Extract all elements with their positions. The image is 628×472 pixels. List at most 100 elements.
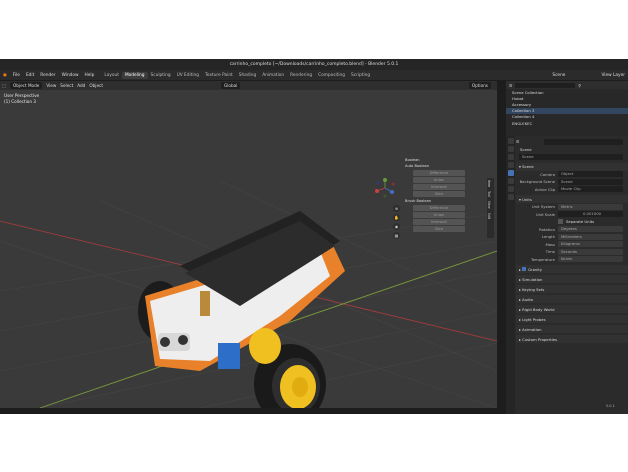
sidebar-tabs: Item Tool View Edit [487,178,494,238]
properties-editor-icon[interactable]: ☰ [516,139,524,144]
scene-section-header[interactable]: ▾ Scene [516,162,628,171]
simulation-label: Simulation [522,276,543,282]
outliner-header: ☰ ⚲ [506,81,628,89]
gravity-section[interactable]: ▸ Gravity [516,265,628,273]
view-layer-selector[interactable]: View Layer [598,73,628,78]
title-bar: carrinho_completo [~/Downloads/carrinho_… [0,59,628,70]
animation-label: Animation [522,326,542,332]
tab-layout[interactable]: Layout [101,72,122,79]
menu-edit[interactable]: Edit [23,73,37,78]
animation-section[interactable]: ▸ Animation [516,325,628,333]
rotation-select[interactable]: Degrees [558,226,623,233]
properties-search-input[interactable] [544,138,623,145]
window-title: carrinho_completo [~/Downloads/carrinho_… [229,62,399,67]
menu-help[interactable]: Help [82,73,98,78]
tab-sculpting[interactable]: Sculpting [148,72,174,79]
temperature-select[interactable]: Kelvin [558,256,623,263]
zoom-icon[interactable]: ⊕ [393,205,400,212]
custom-properties-section[interactable]: ▸ Custom Properties [516,335,628,343]
outliner-search-input[interactable] [515,82,576,88]
length-select[interactable]: Millimeters [558,233,623,240]
pan-icon[interactable]: ✋ [393,214,400,221]
scene-selector[interactable]: Scene [549,73,568,78]
background-scene-field[interactable]: Scene [558,178,623,185]
filter-icon[interactable]: ⚲ [578,83,581,88]
rigid-body-world-section[interactable]: ▸ Rigid Body World [516,305,628,313]
separate-units-label: Separate Units [566,219,595,225]
camera-field[interactable]: Object [558,171,623,178]
tab-rendering[interactable]: Rendering [287,72,315,79]
properties-content: ☰ Scene Scene ▾ Scene Camera Object Backg… [516,136,628,414]
audio-section[interactable]: ▸ Audio [516,295,628,303]
scene-path-label: Scene [520,146,532,152]
sidebar-tab-item[interactable]: Item [487,178,491,189]
ortho-toggle-icon[interactable]: ▦ [393,232,400,239]
blender-window: carrinho_completo [~/Downloads/carrinho_… [0,59,628,414]
menu-file[interactable]: File [10,73,23,78]
brush-slice-button[interactable]: Slice [413,226,465,232]
view-layer-tab-icon[interactable] [507,162,514,168]
tab-uv-editing[interactable]: UV Editing [174,72,202,79]
tab-animation[interactable]: Animation [259,72,287,79]
unit-system-select[interactable]: Metric [558,203,623,210]
units-section-header[interactable]: ▾ Units [516,195,628,203]
camera-label: Camera [540,171,555,177]
keying-sets-section[interactable]: ▸ Keying Sets [516,285,628,293]
auto-union-button[interactable]: Union [413,177,465,183]
brush-intersect-button[interactable]: Intersect [413,219,465,225]
unit-scale-label: Unit Scale [535,211,555,217]
tab-modeling[interactable]: Modeling [121,71,148,79]
blender-logo-icon[interactable]: ● [0,73,10,78]
sidebar-tab-view[interactable]: View [487,199,491,211]
length-label: Length [541,234,555,240]
time-select[interactable]: Seconds [558,248,623,255]
menu-window[interactable]: Window [59,73,82,78]
tool-tab-icon[interactable] [507,138,514,144]
3d-viewport[interactable]: ⬚ Object Mode View Select Add Object Glo… [0,81,497,408]
tab-compositing[interactable]: Compositing [315,72,348,79]
mass-select[interactable]: Kilograms [558,241,623,248]
rotation-label: Rotation [539,226,555,232]
properties-editor: ☰ Scene Scene ▾ Scene Camera Object Backg… [506,136,628,414]
brush-boolean-label: Brush Boolean [405,199,432,203]
scene-section-title: Scene [522,164,534,169]
navigation-gizmo[interactable] [374,177,396,199]
collection-tab-icon[interactable] [507,186,514,192]
auto-slice-button[interactable]: Slice [413,191,465,197]
tab-scripting[interactable]: Scripting [348,72,373,79]
camera-view-icon[interactable]: ◉ [393,223,400,230]
output-tab-icon[interactable] [507,154,514,160]
scene-tab-icon[interactable] [507,170,514,176]
brush-difference-button[interactable]: Difference [413,205,465,211]
light-probes-section[interactable]: ▸ Light Probes [516,315,628,323]
render-tab-icon[interactable] [507,146,514,152]
viewport-nav-buttons: ⊕ ✋ ◉ ▦ [393,205,401,241]
outliner-row-englekec[interactable]: ENGLEKEC [506,120,628,126]
tab-shading[interactable]: Shading [236,72,259,79]
separate-units-checkbox[interactable] [558,219,563,225]
top-menu-bar: ● File Edit Render Window Help Layout Mo… [0,70,628,80]
world-tab-icon[interactable] [507,178,514,184]
menu-render[interactable]: Render [37,73,58,78]
auto-boolean-label: Auto Boolean [405,164,430,168]
time-label: Time [545,249,555,255]
version-label: 5.0.1 [606,404,615,408]
sidebar-tab-tool[interactable]: Tool [487,189,491,199]
auto-difference-button[interactable]: Difference [413,170,465,176]
outliner-editor-icon[interactable]: ☰ [509,83,512,88]
unit-scale-field[interactable]: 0.001000 [558,211,623,218]
keying-sets-label: Keying Sets [522,286,545,292]
active-clip-field[interactable]: Movie Clip [558,186,623,193]
scene-name-field[interactable]: Scene [519,153,623,160]
simulation-section[interactable]: ▸ Simulation [516,275,628,283]
audio-label: Audio [522,296,533,302]
light-probes-label: Light Probes [522,316,546,322]
brush-union-button[interactable]: Union [413,212,465,218]
tab-texture-paint[interactable]: Texture Paint [202,72,236,79]
texture-tab-icon[interactable] [507,194,514,200]
sidebar-tab-edit[interactable]: Edit [487,211,491,221]
gravity-checkbox[interactable] [522,267,527,271]
boolean-tool-panel: Boolean Auto Boolean Difference Union In… [405,156,465,256]
unit-system-label: Unit System [531,204,555,210]
auto-intersect-button[interactable]: Intersect [413,184,465,190]
